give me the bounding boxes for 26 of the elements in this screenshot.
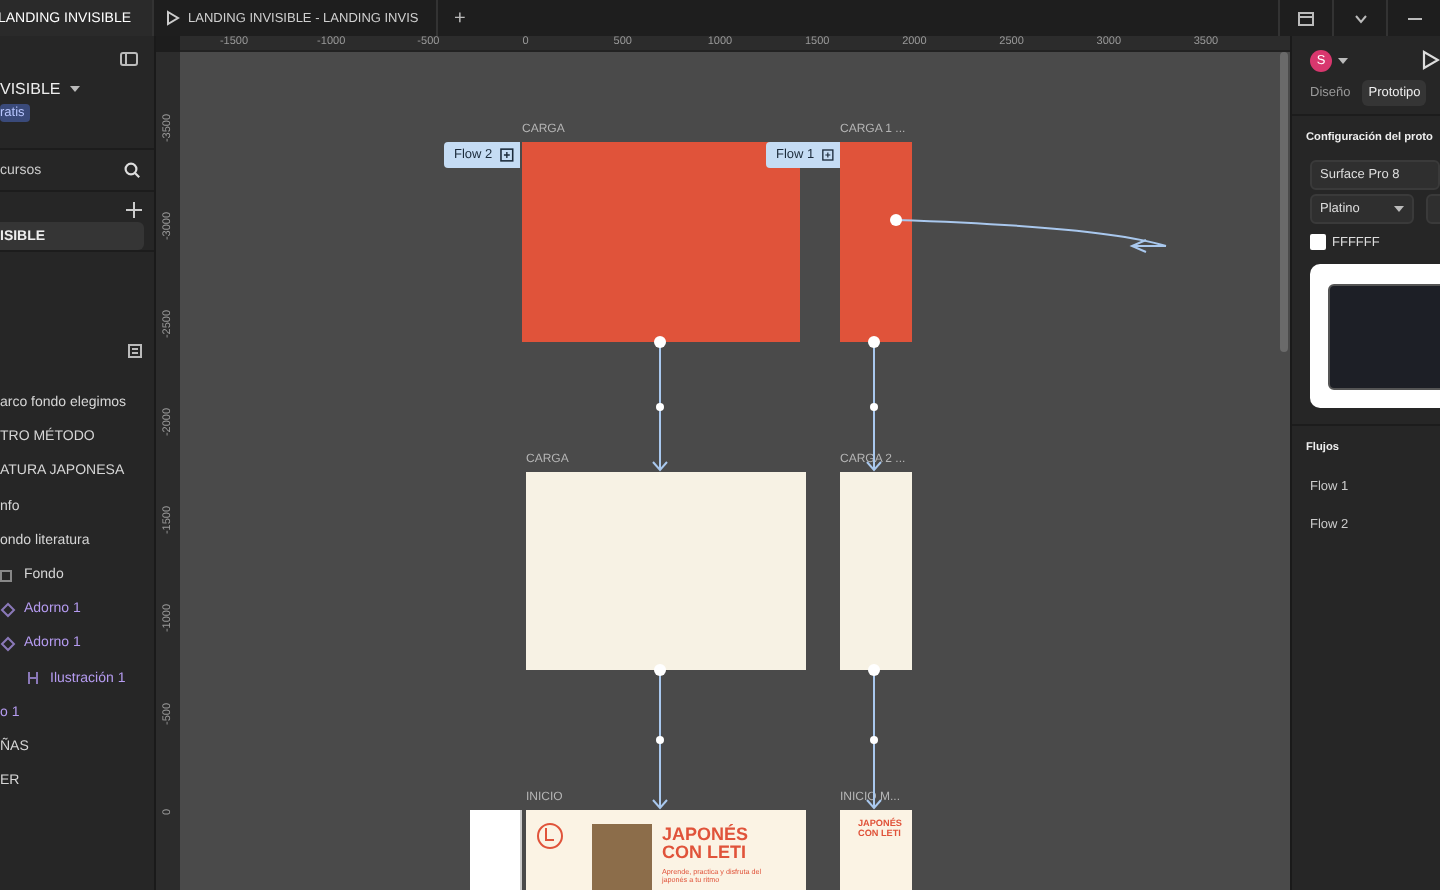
caret-icon[interactable] bbox=[1338, 57, 1348, 63]
chevron-down-icon[interactable] bbox=[1353, 13, 1367, 23]
flow-settings-icon[interactable] bbox=[822, 148, 834, 162]
play-icon[interactable] bbox=[166, 10, 180, 26]
logo-icon bbox=[536, 822, 564, 850]
caret-icon[interactable] bbox=[1394, 206, 1404, 212]
layers-menu-icon[interactable] bbox=[128, 344, 142, 358]
scrollbar[interactable] bbox=[1280, 52, 1288, 352]
layer-rect-icon[interactable] bbox=[0, 567, 16, 584]
connector-arrow[interactable] bbox=[652, 336, 668, 472]
device-screen bbox=[1328, 284, 1440, 390]
new-tab-button[interactable]: + bbox=[438, 0, 482, 36]
background-checkbox[interactable] bbox=[1310, 234, 1326, 250]
minimize-icon[interactable] bbox=[1407, 15, 1421, 21]
add-page-icon[interactable] bbox=[126, 202, 142, 218]
sidebar-toggle-icon[interactable] bbox=[120, 52, 138, 66]
landing-title: JAPONÉS CON LETI bbox=[662, 826, 751, 862]
connector-arrow[interactable] bbox=[652, 664, 668, 810]
connector-arrow[interactable] bbox=[890, 214, 1167, 253]
caret-icon[interactable] bbox=[70, 86, 81, 92]
search-icon[interactable] bbox=[124, 162, 140, 178]
flow-settings-icon[interactable] bbox=[500, 148, 514, 162]
play-icon[interactable] bbox=[1422, 50, 1440, 70]
layer-frame-icon[interactable] bbox=[26, 670, 42, 687]
window-icon[interactable] bbox=[1298, 11, 1314, 25]
project-name: VISIBLE bbox=[0, 80, 61, 98]
